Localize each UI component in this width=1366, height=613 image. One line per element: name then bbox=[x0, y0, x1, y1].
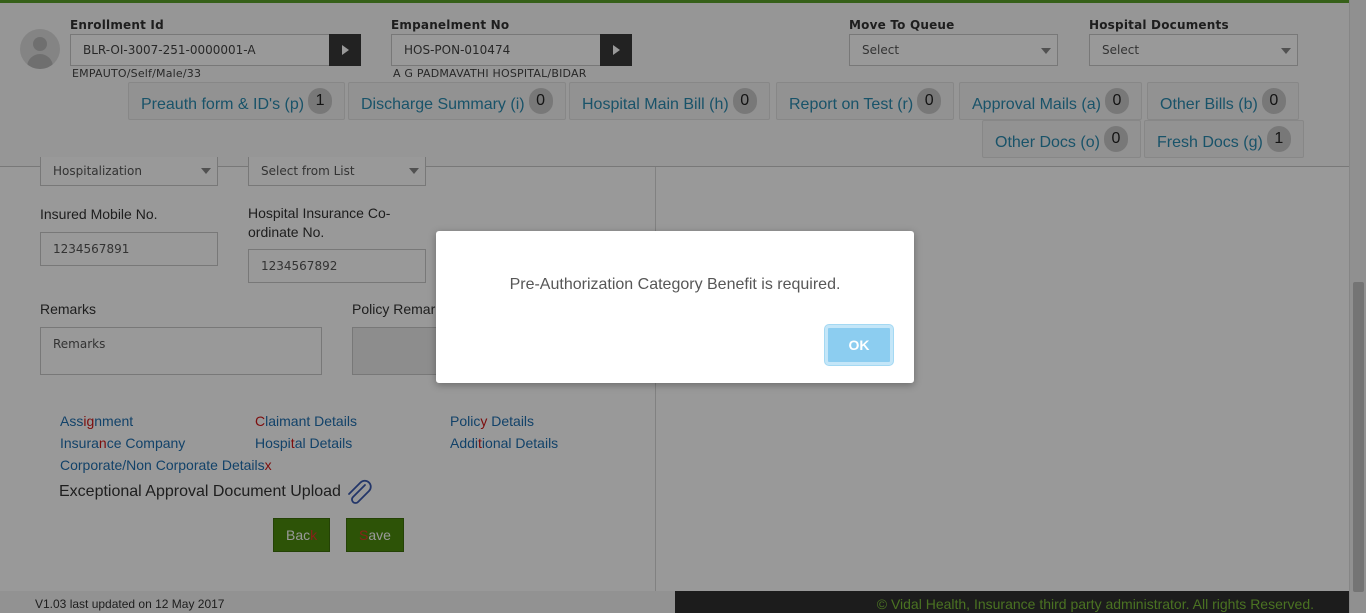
ok-button[interactable]: OK bbox=[825, 325, 893, 365]
alert-dialog: Pre-Authorization Category Benefit is re… bbox=[436, 231, 914, 383]
alert-message: Pre-Authorization Category Benefit is re… bbox=[509, 276, 841, 293]
